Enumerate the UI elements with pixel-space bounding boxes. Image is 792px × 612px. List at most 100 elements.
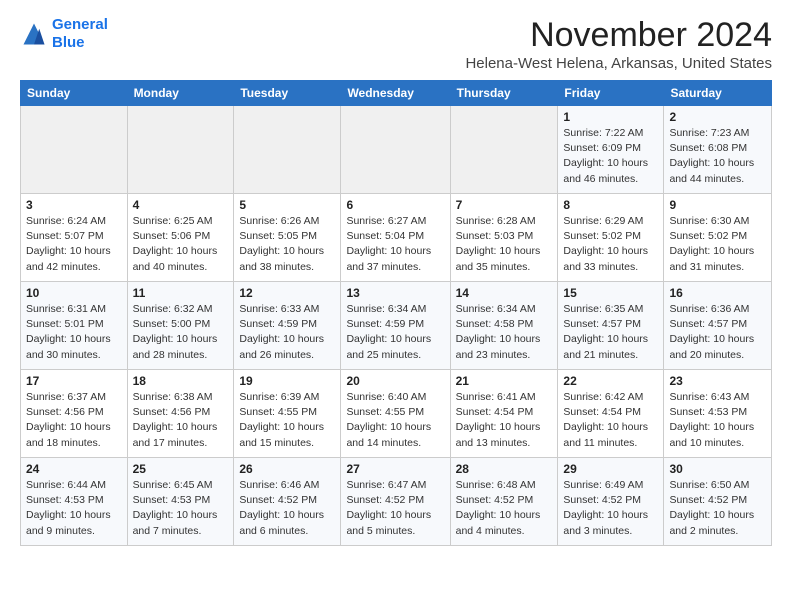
calendar-cell: 27Sunrise: 6:47 AMSunset: 4:52 PMDayligh… — [341, 458, 450, 546]
calendar: SundayMondayTuesdayWednesdayThursdayFrid… — [20, 80, 772, 546]
calendar-cell: 4 Sunrise: 6:25 AMSunset: 5:06 PMDaylight… — [127, 194, 234, 282]
week-row-1: 1 Sunrise: 7:22 AMSunset: 6:09 PMDaylight… — [21, 106, 772, 194]
calendar-cell: 17 Sunrise: 6:37 AMSunset: 4:56 PMDayligh… — [21, 370, 128, 458]
day-number: 23 — [669, 374, 766, 388]
day-info: Sunrise: 6:29 AMSunset: 5:02 PMDaylight:… — [563, 214, 658, 275]
calendar-cell: 12Sunrise: 6:33 AMSunset: 4:59 PMDayligh… — [234, 282, 341, 370]
day-number: 6 — [346, 198, 444, 212]
calendar-cell — [21, 106, 128, 194]
day-number: 19 — [239, 374, 335, 388]
day-info: Sunrise: 6:35 AMSunset: 4:57 PMDaylight:… — [563, 302, 658, 363]
day-number: 5 — [239, 198, 335, 212]
day-info: Sunrise: 6:26 AMSunset: 5:05 PMDaylight:… — [239, 214, 335, 275]
calendar-cell: 2 Sunrise: 7:23 AMSunset: 6:08 PMDaylight… — [664, 106, 772, 194]
weekday-header-thursday: Thursday — [450, 81, 558, 106]
day-number: 18 — [133, 374, 229, 388]
calendar-cell: 24 Sunrise: 6:44 AMSunset: 4:53 PMDayligh… — [21, 458, 128, 546]
location: Helena-West Helena, Arkansas, United Sta… — [465, 55, 772, 72]
week-row-3: 10Sunrise: 6:31 AMSunset: 5:01 PMDayligh… — [21, 282, 772, 370]
calendar-cell: 28Sunrise: 6:48 AMSunset: 4:52 PMDayligh… — [450, 458, 558, 546]
weekday-header-wednesday: Wednesday — [341, 81, 450, 106]
day-info: Sunrise: 6:46 AMSunset: 4:52 PMDaylight:… — [239, 478, 335, 539]
day-number: 12 — [239, 286, 335, 300]
day-number: 28 — [456, 462, 553, 476]
day-number: 13 — [346, 286, 444, 300]
day-number: 29 — [563, 462, 658, 476]
day-info: Sunrise: 6:27 AMSunset: 5:04 PMDaylight:… — [346, 214, 444, 275]
day-number: 26 — [239, 462, 335, 476]
calendar-cell: 6 Sunrise: 6:27 AMSunset: 5:04 PMDaylight… — [341, 194, 450, 282]
day-number: 25 — [133, 462, 229, 476]
day-info: Sunrise: 6:41 AMSunset: 4:54 PMDaylight:… — [456, 390, 553, 451]
calendar-cell: 14 Sunrise: 6:34 AMSunset: 4:58 PMDayligh… — [450, 282, 558, 370]
day-info: Sunrise: 6:32 AMSunset: 5:00 PMDaylight:… — [133, 302, 229, 363]
day-number: 21 — [456, 374, 553, 388]
day-number: 3 — [26, 198, 122, 212]
day-number: 2 — [669, 110, 766, 124]
day-info: Sunrise: 6:42 AMSunset: 4:54 PMDaylight:… — [563, 390, 658, 451]
day-number: 10 — [26, 286, 122, 300]
calendar-cell: 15Sunrise: 6:35 AMSunset: 4:57 PMDayligh… — [558, 282, 664, 370]
day-number: 30 — [669, 462, 766, 476]
day-info: Sunrise: 6:43 AMSunset: 4:53 PMDaylight:… — [669, 390, 766, 451]
day-number: 9 — [669, 198, 766, 212]
logo-line1: General — [52, 16, 108, 33]
day-info: Sunrise: 6:30 AMSunset: 5:02 PMDaylight:… — [669, 214, 766, 275]
calendar-cell: 13 Sunrise: 6:34 AMSunset: 4:59 PMDayligh… — [341, 282, 450, 370]
day-number: 20 — [346, 374, 444, 388]
calendar-cell: 23 Sunrise: 6:43 AMSunset: 4:53 PMDayligh… — [664, 370, 772, 458]
weekday-header-sunday: Sunday — [21, 81, 128, 106]
week-row-2: 3 Sunrise: 6:24 AMSunset: 5:07 PMDaylight… — [21, 194, 772, 282]
logo-text: General Blue — [52, 16, 108, 52]
calendar-cell: 8 Sunrise: 6:29 AMSunset: 5:02 PMDaylight… — [558, 194, 664, 282]
weekday-header-saturday: Saturday — [664, 81, 772, 106]
day-info: Sunrise: 6:36 AMSunset: 4:57 PMDaylight:… — [669, 302, 766, 363]
calendar-cell: 26 Sunrise: 6:46 AMSunset: 4:52 PMDayligh… — [234, 458, 341, 546]
calendar-cell: 16 Sunrise: 6:36 AMSunset: 4:57 PMDayligh… — [664, 282, 772, 370]
day-info: Sunrise: 6:34 AMSunset: 4:58 PMDaylight:… — [456, 302, 553, 363]
day-number: 8 — [563, 198, 658, 212]
day-number: 17 — [26, 374, 122, 388]
day-info: Sunrise: 6:37 AMSunset: 4:56 PMDaylight:… — [26, 390, 122, 451]
page: General Blue November 2024 Helena-West H… — [0, 0, 792, 556]
calendar-cell: 20 Sunrise: 6:40 AMSunset: 4:55 PMDayligh… — [341, 370, 450, 458]
logo-line2: Blue — [52, 34, 85, 51]
calendar-cell — [341, 106, 450, 194]
title-block: November 2024 Helena-West Helena, Arkans… — [465, 16, 772, 72]
day-info: Sunrise: 6:38 AMSunset: 4:56 PMDaylight:… — [133, 390, 229, 451]
month-title: November 2024 — [465, 16, 772, 55]
weekday-header-row: SundayMondayTuesdayWednesdayThursdayFrid… — [21, 81, 772, 106]
day-info: Sunrise: 6:25 AMSunset: 5:06 PMDaylight:… — [133, 214, 229, 275]
weekday-header-monday: Monday — [127, 81, 234, 106]
calendar-cell: 22 Sunrise: 6:42 AMSunset: 4:54 PMDayligh… — [558, 370, 664, 458]
day-number: 11 — [133, 286, 229, 300]
calendar-cell: 3 Sunrise: 6:24 AMSunset: 5:07 PMDaylight… — [21, 194, 128, 282]
day-info: Sunrise: 6:34 AMSunset: 4:59 PMDaylight:… — [346, 302, 444, 363]
day-number: 24 — [26, 462, 122, 476]
calendar-cell — [234, 106, 341, 194]
day-info: Sunrise: 6:24 AMSunset: 5:07 PMDaylight:… — [26, 214, 122, 275]
day-number: 4 — [133, 198, 229, 212]
day-info: Sunrise: 6:44 AMSunset: 4:53 PMDaylight:… — [26, 478, 122, 539]
day-number: 1 — [563, 110, 658, 124]
calendar-cell: 30Sunrise: 6:50 AMSunset: 4:52 PMDayligh… — [664, 458, 772, 546]
day-info: Sunrise: 6:39 AMSunset: 4:55 PMDaylight:… — [239, 390, 335, 451]
day-number: 27 — [346, 462, 444, 476]
day-info: Sunrise: 7:22 AMSunset: 6:09 PMDaylight:… — [563, 126, 658, 187]
logo-icon — [20, 20, 48, 48]
calendar-cell: 7Sunrise: 6:28 AMSunset: 5:03 PMDaylight… — [450, 194, 558, 282]
day-number: 22 — [563, 374, 658, 388]
calendar-cell: 18 Sunrise: 6:38 AMSunset: 4:56 PMDayligh… — [127, 370, 234, 458]
day-number: 14 — [456, 286, 553, 300]
weekday-header-friday: Friday — [558, 81, 664, 106]
day-number: 7 — [456, 198, 553, 212]
day-info: Sunrise: 6:40 AMSunset: 4:55 PMDaylight:… — [346, 390, 444, 451]
day-info: Sunrise: 7:23 AMSunset: 6:08 PMDaylight:… — [669, 126, 766, 187]
day-number: 16 — [669, 286, 766, 300]
day-info: Sunrise: 6:45 AMSunset: 4:53 PMDaylight:… — [133, 478, 229, 539]
calendar-cell: 10Sunrise: 6:31 AMSunset: 5:01 PMDayligh… — [21, 282, 128, 370]
calendar-cell — [127, 106, 234, 194]
weekday-header-tuesday: Tuesday — [234, 81, 341, 106]
week-row-5: 24 Sunrise: 6:44 AMSunset: 4:53 PMDayligh… — [21, 458, 772, 546]
calendar-cell — [450, 106, 558, 194]
